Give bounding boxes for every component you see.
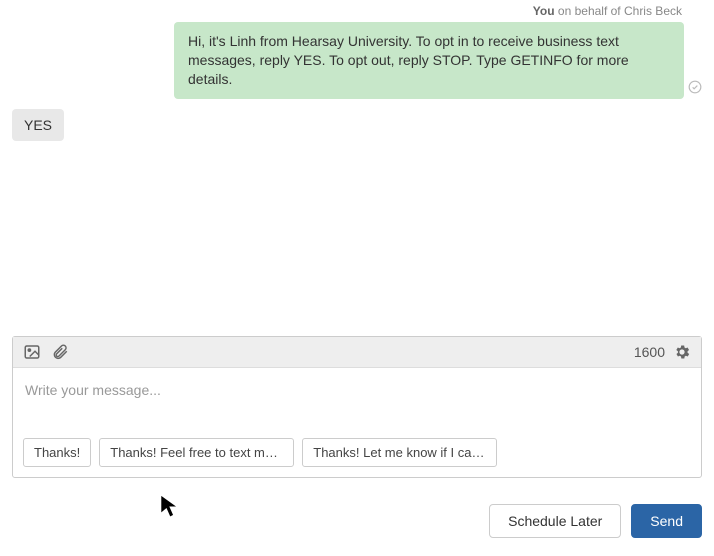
incoming-message-bubble: YES — [12, 109, 64, 141]
send-button[interactable]: Send — [631, 504, 702, 538]
outgoing-message-row: Hi, it's Linh from Hearsay University. T… — [12, 22, 702, 99]
incoming-message-row: YES — [12, 109, 702, 141]
suggestion-row: Thanks! Thanks! Feel free to text me any… — [13, 428, 701, 477]
sender-you: You — [533, 4, 555, 18]
message-input[interactable]: Write your message... — [13, 368, 701, 428]
schedule-later-button[interactable]: Schedule Later — [489, 504, 621, 538]
suggestion-chip[interactable]: Thanks! — [23, 438, 91, 467]
mouse-cursor — [159, 493, 181, 522]
sender-line: You on behalf of Chris Beck — [12, 0, 702, 22]
delivered-icon — [688, 80, 702, 99]
attachment-icon[interactable] — [51, 343, 69, 361]
composer-toolbar: 1600 — [13, 337, 701, 368]
sender-on-behalf: on behalf of Chris Beck — [558, 4, 682, 18]
suggestion-chip[interactable]: Thanks! Feel free to text me anytime. — [99, 438, 294, 467]
suggestion-chip[interactable]: Thanks! Let me know if I can help. — [302, 438, 497, 467]
footer-buttons: Schedule Later Send — [489, 504, 702, 538]
message-composer: 1600 Write your message... Thanks! Thank… — [12, 336, 702, 478]
char-count: 1600 — [634, 344, 665, 360]
gear-icon[interactable] — [673, 343, 691, 361]
conversation-thread: You on behalf of Chris Beck Hi, it's Lin… — [0, 0, 714, 141]
outgoing-message-bubble: Hi, it's Linh from Hearsay University. T… — [174, 22, 684, 99]
image-icon[interactable] — [23, 343, 41, 361]
